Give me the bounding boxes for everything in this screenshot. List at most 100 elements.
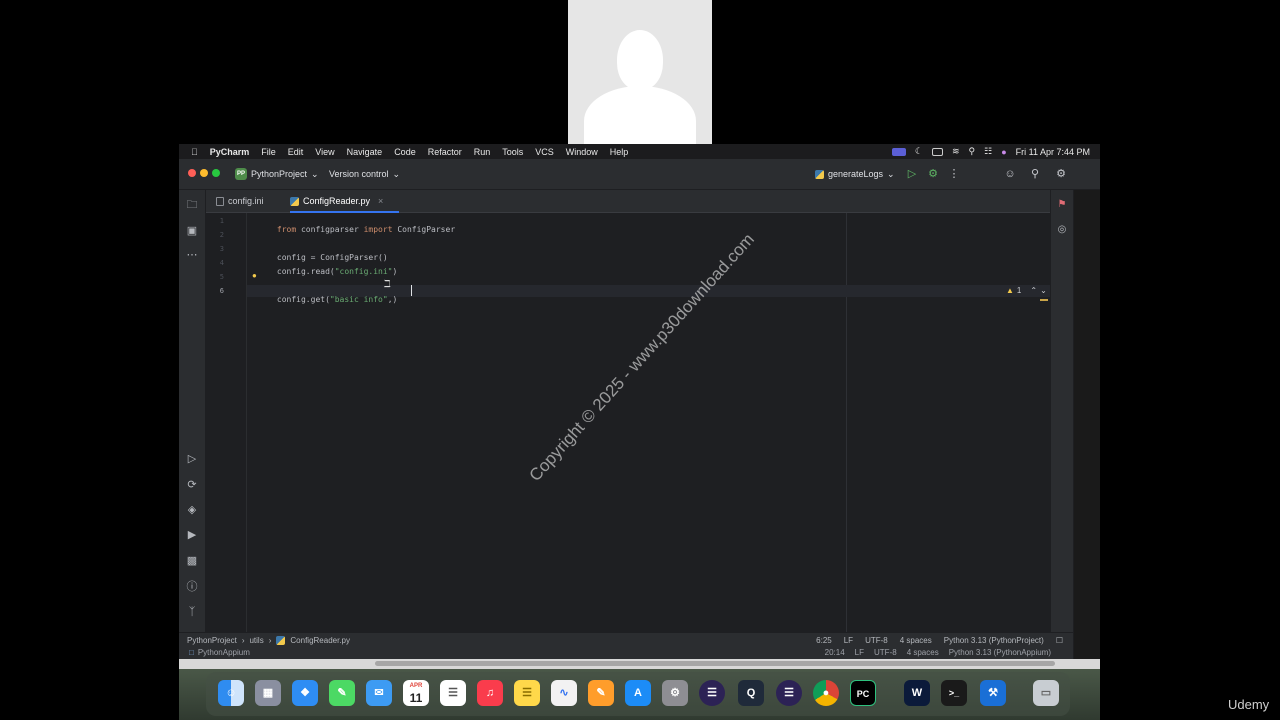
more-tools-icon[interactable]: ⋯	[185, 248, 199, 262]
menu-vcs[interactable]: VCS	[535, 147, 554, 157]
debug-icon[interactable]: ⚙	[926, 167, 940, 181]
search-icon[interactable]: ⚲	[969, 146, 976, 157]
ai-assistant-icon[interactable]: ◎	[1055, 223, 1069, 237]
messages-icon[interactable]: ✎	[329, 680, 355, 706]
reminders-icon[interactable]: ☰	[440, 680, 466, 706]
battery-icon[interactable]	[931, 147, 943, 156]
menu-view[interactable]: View	[315, 147, 334, 157]
menu-tools[interactable]: Tools	[502, 147, 523, 157]
code-token: configparser	[296, 225, 364, 234]
python-packages-icon[interactable]: ⟳	[185, 478, 199, 492]
menu-app-name[interactable]: PyCharm	[210, 147, 250, 157]
scrollbar-thumb[interactable]	[375, 661, 1055, 666]
indent-setting[interactable]: 4 spaces	[900, 636, 932, 645]
error-stripe-marker[interactable]	[1040, 299, 1048, 301]
webstorm-icon[interactable]: W	[904, 680, 930, 706]
project-folder-icon[interactable]: 🗀	[185, 198, 199, 212]
problems-icon[interactable]: ⓘ	[185, 580, 199, 594]
control-center-icon[interactable]: ☷	[984, 146, 992, 157]
menu-edit[interactable]: Edit	[288, 147, 304, 157]
run-icon[interactable]: ▷	[905, 167, 919, 181]
line-separator[interactable]: LF	[844, 636, 853, 645]
close-window-button[interactable]	[188, 169, 196, 177]
menu-window[interactable]: Window	[566, 147, 598, 157]
apple-icon[interactable]: 	[191, 147, 198, 157]
structure-icon[interactable]: ▣	[185, 224, 199, 238]
chevron-right-icon: ›	[268, 635, 272, 645]
right-tool-strip: ⚑ ◎	[1051, 190, 1073, 632]
menubar-clock[interactable]: Fri 11 Apr 7:44 PM	[1016, 147, 1090, 157]
siri-icon[interactable]: ●	[1001, 147, 1006, 157]
close-tab-icon[interactable]: ×	[378, 196, 383, 206]
notifications-icon[interactable]: ⚑	[1055, 198, 1069, 212]
xcode-icon[interactable]: ⚒	[980, 680, 1006, 706]
menu-refactor[interactable]: Refactor	[428, 147, 462, 157]
menu-file[interactable]: File	[261, 147, 276, 157]
python-interpreter[interactable]: Python 3.13 (PythonProject)	[944, 636, 1044, 645]
caret-position[interactable]: 20:14	[825, 648, 845, 657]
chrome-icon[interactable]: ●	[813, 680, 839, 706]
run-config-selector[interactable]: generateLogs ⌄	[815, 166, 895, 182]
mail-icon[interactable]: ✉	[366, 680, 392, 706]
eclipse-2-icon[interactable]: ☰	[776, 680, 802, 706]
chevron-down-icon[interactable]: ⌄	[1040, 286, 1047, 295]
terminal-icon[interactable]: ▩	[185, 554, 199, 568]
project-selector[interactable]: PP PythonProject ⌄	[235, 166, 319, 182]
line-separator[interactable]: LF	[855, 648, 864, 657]
freeform-icon[interactable]: ∿	[551, 680, 577, 706]
app-store-icon[interactable]: A	[625, 680, 651, 706]
settings-gear-icon[interactable]: ⚙	[1054, 167, 1068, 181]
macos-menubar:  PyCharm File Edit View Navigate Code R…	[179, 144, 1100, 159]
git-icon[interactable]: ᛉ	[185, 605, 199, 619]
menu-help[interactable]: Help	[610, 147, 629, 157]
moon-icon[interactable]: ☾	[915, 146, 923, 157]
eclipse-icon[interactable]: ☰	[699, 680, 725, 706]
lock-icon[interactable]: ☐	[1056, 636, 1063, 645]
terminal-app-icon[interactable]: >_	[941, 680, 967, 706]
project-name: PythonProject	[251, 169, 308, 179]
tab-config-reader[interactable]: ConfigReader.py ×	[290, 190, 400, 213]
horizontal-scrollbar[interactable]	[179, 659, 1100, 669]
pages-icon[interactable]: ✎	[588, 680, 614, 706]
zoom-window-button[interactable]	[212, 169, 220, 177]
notes-icon[interactable]: ☰	[514, 680, 540, 706]
add-user-icon[interactable]: ☺	[1003, 167, 1017, 181]
background-project-name[interactable]: PythonAppium	[198, 648, 250, 657]
code-editor[interactable]: 1 2 3 4 5 6 from configparser import Con…	[206, 213, 1050, 632]
calendar-icon[interactable]: APR 11	[403, 680, 429, 706]
code-token: )	[392, 267, 398, 276]
indent-setting[interactable]: 4 spaces	[907, 648, 939, 657]
tab-config-ini[interactable]: config.ini	[216, 190, 264, 212]
python-interpreter[interactable]: Python 3.13 (PythonAppium)	[949, 648, 1051, 657]
lightbulb-icon[interactable]: ●	[252, 271, 260, 280]
pycharm-icon[interactable]: PC	[850, 680, 876, 706]
wifi-icon[interactable]: ≋	[952, 146, 960, 157]
trash-icon[interactable]: ▭	[1033, 680, 1059, 706]
search-everywhere-icon[interactable]: ⚲	[1028, 167, 1042, 181]
menu-code[interactable]: Code	[394, 147, 416, 157]
breadcrumb-file[interactable]: ConfigReader.py	[290, 636, 350, 645]
file-encoding[interactable]: UTF-8	[865, 636, 888, 645]
chevron-up-icon[interactable]: ⌃	[1030, 286, 1037, 295]
more-actions-icon[interactable]: ⋮	[947, 167, 961, 181]
music-icon[interactable]: ♫	[477, 680, 503, 706]
menu-run[interactable]: Run	[474, 147, 491, 157]
run-tool-icon[interactable]: ▷	[185, 452, 199, 466]
minimize-window-button[interactable]	[200, 169, 208, 177]
services-icon[interactable]: ▶	[185, 528, 199, 542]
launchpad-icon[interactable]: ▦	[255, 680, 281, 706]
finder-icon[interactable]: ☺	[218, 680, 244, 706]
caret-position[interactable]: 6:25	[816, 636, 832, 645]
quicktime-icon[interactable]: Q	[738, 680, 764, 706]
breadcrumb-folder[interactable]: utils	[249, 636, 263, 645]
version-control-menu[interactable]: Version control ⌄	[329, 166, 400, 182]
menubar-status-area: ☾ ≋ ⚲ ☷ ● Fri 11 Apr 7:44 PM	[891, 144, 1090, 159]
system-settings-icon[interactable]: ⚙	[662, 680, 688, 706]
menu-navigate[interactable]: Navigate	[347, 147, 383, 157]
screen-record-icon[interactable]	[891, 147, 906, 156]
layers-icon[interactable]: ◈	[185, 503, 199, 517]
breadcrumb-project[interactable]: PythonProject	[187, 636, 237, 645]
safari-icon[interactable]: ❖	[292, 680, 318, 706]
inspection-widget[interactable]: ▲ 1 ⌃ ⌄	[1006, 286, 1047, 295]
file-encoding[interactable]: UTF-8	[874, 648, 897, 657]
